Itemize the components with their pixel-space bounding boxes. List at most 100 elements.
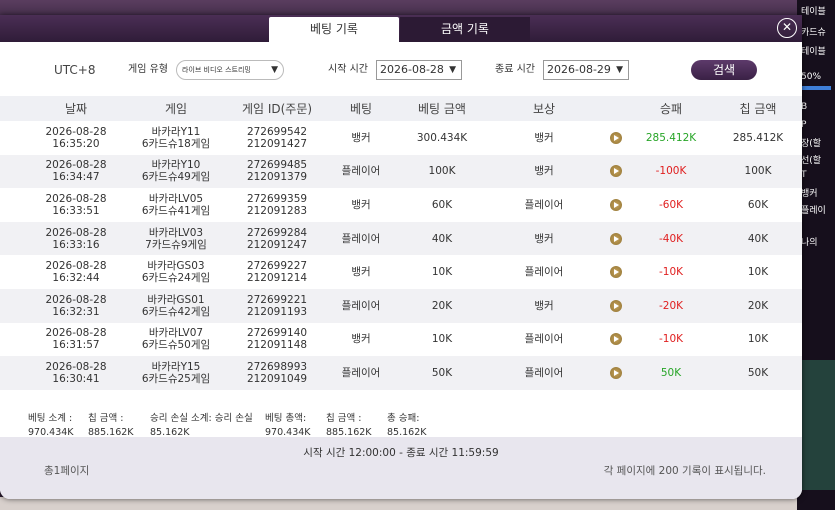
play-icon[interactable] <box>610 198 622 211</box>
table-cell-chip: 60K <box>718 188 798 222</box>
replay-cell <box>606 289 626 323</box>
table-cell-reward: 뱅커 <box>508 155 580 189</box>
column-header: 게임 <box>164 101 188 116</box>
end-date-select[interactable]: 2026-08-29 ▼ <box>543 60 629 80</box>
table-cell-amount: 10K <box>404 255 480 289</box>
tab-betting-record[interactable]: 베팅 기록 <box>269 17 399 42</box>
table-cell-chip: 10K <box>718 323 798 357</box>
table-cell-date: 2026-08-28 16:34:47 <box>32 155 120 189</box>
replay-cell <box>606 121 626 155</box>
table-cell-chip: 100K <box>718 155 798 189</box>
game-table <box>797 360 835 490</box>
play-icon[interactable] <box>610 366 622 379</box>
chevron-down-icon: ▼ <box>449 65 456 75</box>
cell-text: 10K <box>747 333 769 346</box>
cell-text: 뱅커 <box>534 131 554 144</box>
play-icon[interactable] <box>610 266 622 279</box>
cell-text: 플레이어 <box>524 198 564 211</box>
table-cell-amount: 40K <box>404 222 480 256</box>
table-row: 2026-08-28 16:34:47 바카라Y10 6카드슈49게임 27269948… <box>0 154 802 189</box>
table-cell-game: 바카라GS01 6카드슈42게임 <box>126 289 226 323</box>
table-row: 2026-08-28 16:30:41 바카라Y15 6카드슈25게임 27269899… <box>0 356 802 390</box>
summary-item: 총 승패: 85.162K <box>387 413 427 438</box>
table-cell-date: 2026-08-28 16:31:57 <box>32 323 120 357</box>
side-text: 플레이 <box>801 206 826 216</box>
cell-text: 바카라GS03 <box>147 260 205 273</box>
cell-text: 바카라Y10 <box>151 159 201 172</box>
column-header: 날짜 <box>64 101 88 116</box>
cell-text: 60K <box>747 198 769 211</box>
cell-text: 10K <box>431 333 453 346</box>
start-date-select[interactable]: 2026-08-28 ▼ <box>376 60 462 80</box>
game-type-select[interactable]: 라이브 비디오 스트리밍 ▼ <box>176 60 284 80</box>
table-cell-bet: 뱅커 <box>326 323 396 357</box>
cell-text: 2026-08-28 <box>45 293 107 306</box>
cell-text: 300.434K <box>416 131 468 144</box>
table-cell-chip: 10K <box>718 255 798 289</box>
table-row: 2026-08-28 16:33:51 바카라LV05 6카드슈41게임 2726993… <box>0 188 802 222</box>
side-text: 카드슈 <box>801 28 826 38</box>
cell-text: 212091214 <box>246 272 308 285</box>
search-button[interactable]: 검색 <box>691 60 757 80</box>
start-date-value: 2026-08-28 <box>380 63 444 76</box>
table-cell-date: 2026-08-28 16:32:44 <box>32 255 120 289</box>
modal-header: 베팅 기록 금액 기록 ✕ <box>0 15 802 42</box>
table-cell-date: 2026-08-28 16:35:20 <box>32 121 120 155</box>
table-cell-reward: 뱅커 <box>508 289 580 323</box>
play-icon[interactable] <box>610 299 622 312</box>
cell-text: 2026-08-28 <box>45 327 107 340</box>
column-header: 칩 금액 <box>739 101 777 116</box>
game-type-value: 라이브 비디오 스트리밍 <box>182 66 251 74</box>
cell-text: -10K <box>658 266 684 279</box>
table-cell-chip: 40K <box>718 222 798 256</box>
cell-text: 2026-08-28 <box>45 159 107 172</box>
cell-text: 6카드슈49게임 <box>141 171 211 184</box>
table-cell-result: 285.412K <box>632 121 710 155</box>
cell-text: 212091148 <box>246 339 308 352</box>
cell-text: 6카드슈24게임 <box>141 272 211 285</box>
table-cell-amount: 300.434K <box>404 121 480 155</box>
cell-text: 50K <box>660 366 682 379</box>
play-icon[interactable] <box>610 165 622 178</box>
cell-text: 212091427 <box>246 137 308 150</box>
cell-text: -10K <box>658 333 684 346</box>
chevron-down-icon: ▼ <box>616 65 623 75</box>
close-icon[interactable]: ✕ <box>777 18 797 38</box>
cell-text: 2026-08-28 <box>45 226 107 239</box>
column-header: 게임 ID(주문) <box>241 101 313 116</box>
chevron-down-icon: ▼ <box>271 65 278 75</box>
summary-item: 승리 손실 소계: 승리 손실 85.162K <box>150 413 253 438</box>
cell-text: 6카드슈50게임 <box>141 339 211 352</box>
play-icon[interactable] <box>610 131 622 144</box>
cell-text: 285.412K <box>645 131 697 144</box>
table-cell-reward: 플레이어 <box>508 356 580 390</box>
cell-text: -60K <box>658 198 684 211</box>
cell-text: 272699542 <box>246 125 308 138</box>
side-text: 테이블 <box>801 47 826 57</box>
table-cell-game: 바카라Y15 6카드슈25게임 <box>126 356 226 390</box>
table-cell-game: 바카라LV07 6카드슈50게임 <box>126 323 226 357</box>
game-type-label: 게임 유형 <box>128 64 168 75</box>
timezone-label: UTC+8 <box>54 63 96 77</box>
end-date-value: 2026-08-29 <box>547 63 611 76</box>
table-cell-bet: 플레이어 <box>326 155 396 189</box>
table-cell-reward: 플레이어 <box>508 323 580 357</box>
play-icon[interactable] <box>610 232 622 245</box>
cell-text: 285.412K <box>732 131 784 144</box>
cell-text: 212091247 <box>246 238 308 251</box>
cell-text: 50K <box>431 366 453 379</box>
cell-text: 플레이어 <box>524 333 564 346</box>
tab-amount-record[interactable]: 금액 기록 <box>400 17 530 42</box>
cell-text: 뱅커 <box>534 232 554 245</box>
cell-text: 40K <box>431 232 453 245</box>
table-cell-bet: 뱅커 <box>326 188 396 222</box>
play-icon[interactable] <box>610 333 622 346</box>
table-cell-result: -60K <box>632 188 710 222</box>
table-cell-amount: 50K <box>404 356 480 390</box>
cell-text: 바카라LV05 <box>148 192 204 205</box>
cell-text: 6카드슈42게임 <box>141 305 211 318</box>
summary-item: 칩 금액 :885.162K <box>88 413 134 438</box>
cell-text: 272699359 <box>246 192 308 205</box>
cell-text: 272698993 <box>246 360 308 373</box>
cell-text: 20K <box>431 299 453 312</box>
